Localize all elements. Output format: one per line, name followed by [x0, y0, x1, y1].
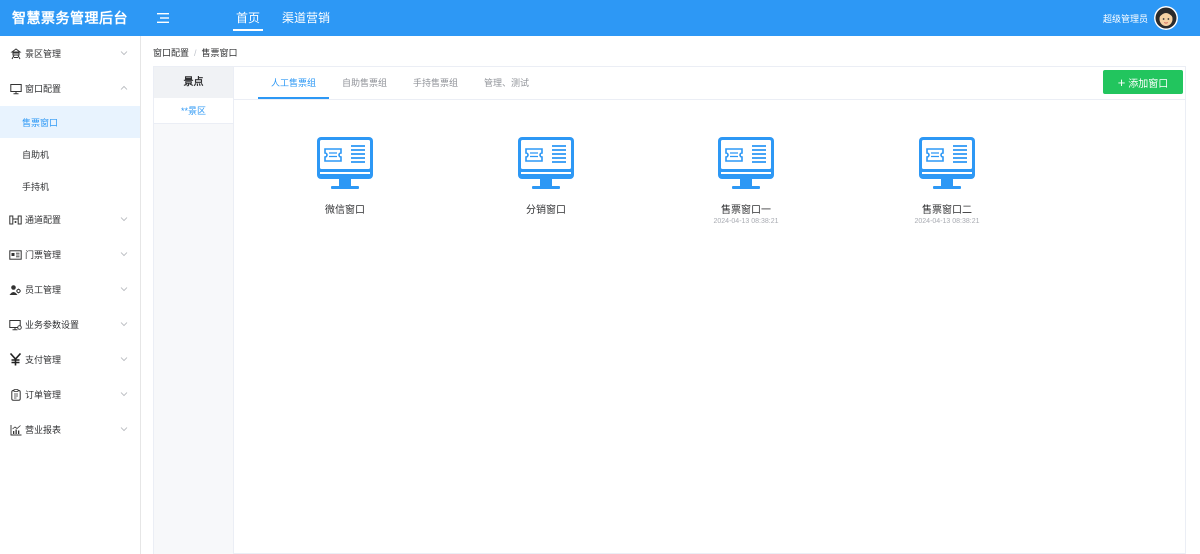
ticket-monitor-icon: [317, 137, 373, 189]
settings-monitor-icon: [9, 318, 22, 331]
chevron-down-icon: [120, 287, 128, 292]
sidebar-item-staff-mgmt[interactable]: 员工管理: [0, 272, 140, 307]
chevron-down-icon: [120, 51, 128, 56]
sidebar-item-business-report[interactable]: 营业报表: [0, 412, 140, 447]
sidebar-item-label: 支付管理: [25, 355, 62, 365]
avatar[interactable]: [1154, 6, 1178, 30]
sidebar-item-ticket-window[interactable]: 售票窗口: [0, 106, 140, 138]
add-window-label: 添加窗口: [1128, 78, 1169, 90]
sidebar-item-payment-mgmt[interactable]: 支付管理: [0, 342, 140, 377]
scenic-icon: [9, 47, 22, 60]
sidebar-item-label: 窗口配置: [25, 84, 62, 94]
sidebar-item-label: 订单管理: [25, 390, 62, 400]
chevron-down-icon: [120, 322, 128, 327]
plus-icon: +: [1117, 74, 1126, 90]
gate-icon: [9, 213, 22, 226]
sidebar-item-gate-config[interactable]: 通道配置: [0, 202, 140, 237]
breadcrumb: 窗口配置 / 售票窗口: [153, 46, 238, 59]
window-name: 售票窗口一: [721, 205, 771, 216]
top-nav-channel-marketing[interactable]: 渠道营销: [282, 0, 330, 36]
sidebar-item-order-mgmt[interactable]: 订单管理: [0, 377, 140, 412]
sidebar-item-label: 通道配置: [25, 215, 62, 225]
breadcrumb-item: 售票窗口: [201, 48, 238, 58]
ticket-monitor-icon: [718, 137, 774, 189]
chevron-down-icon: [120, 392, 128, 397]
sidebar: 景区管理 窗口配置 售票窗口 自助机 手持机 通道配置 门票管理 员工管理 业务…: [0, 36, 141, 554]
sidebar-item-business-params[interactable]: 业务参数设置: [0, 307, 140, 342]
sidebar-item-ticket-mgmt[interactable]: 门票管理: [0, 237, 140, 272]
window-name: 分销窗口: [526, 205, 566, 216]
window-card[interactable]: 售票窗口二 2024-04-13 08:38:21: [887, 135, 1007, 225]
ticket-monitor-icon: [919, 137, 975, 189]
monitor-icon: [9, 82, 22, 95]
yen-icon: [9, 353, 22, 366]
window-card[interactable]: 售票窗口一 2024-04-13 08:38:21: [686, 135, 806, 225]
menu-toggle-icon[interactable]: [148, 0, 178, 36]
sidebar-item-window-config[interactable]: 窗口配置: [0, 71, 140, 106]
staff-icon: [9, 283, 22, 296]
window-group-tabs: 人工售票组 自助售票组 手持售票组 管理、测试: [258, 67, 542, 99]
sidebar-item-handheld[interactable]: 手持机: [0, 170, 140, 202]
window-card[interactable]: 分销窗口: [486, 135, 606, 218]
scenic-list-item[interactable]: **景区: [154, 98, 233, 124]
ticket-icon: [9, 248, 22, 261]
report-icon: [9, 423, 22, 436]
order-icon: [9, 388, 22, 401]
sidebar-item-scenic[interactable]: 景区管理: [0, 36, 140, 71]
tab-self-service-group[interactable]: 自助售票组: [329, 67, 400, 99]
sidebar-item-label: 营业报表: [25, 425, 62, 435]
window-time: 2024-04-13 08:38:21: [914, 218, 980, 225]
ticket-monitor-icon: [518, 137, 574, 189]
breadcrumb-separator: /: [194, 47, 197, 58]
sidebar-item-label: 景区管理: [25, 49, 62, 59]
user-menu[interactable]: 超级管理员: [1103, 0, 1178, 36]
window-name: 微信窗口: [325, 205, 365, 216]
breadcrumb-item[interactable]: 窗口配置: [153, 46, 189, 59]
content-panel: 景点 **景区 人工售票组 自助售票组 手持售票组 管理、测试 + 添加窗口 微…: [153, 66, 1186, 554]
sidebar-item-label: 门票管理: [25, 250, 62, 260]
app-title: 智慧票务管理后台: [12, 10, 128, 26]
chevron-down-icon: [120, 217, 128, 222]
tab-handheld-group[interactable]: 手持售票组: [400, 67, 471, 99]
sidebar-item-self-service[interactable]: 自助机: [0, 138, 140, 170]
tabs-divider: [234, 99, 1185, 100]
window-time: 2024-04-13 08:38:21: [713, 218, 779, 225]
scenic-list: 景点 **景区: [154, 67, 234, 554]
chevron-down-icon: [120, 427, 128, 432]
chevron-up-icon: [120, 85, 128, 90]
add-window-button[interactable]: + 添加窗口: [1103, 70, 1183, 94]
scenic-list-header: 景点: [154, 67, 233, 98]
top-nav: 首页 渠道营销: [232, 0, 352, 36]
chevron-down-icon: [120, 252, 128, 257]
chevron-down-icon: [120, 357, 128, 362]
sidebar-item-label: 业务参数设置: [25, 320, 80, 330]
window-card[interactable]: 微信窗口: [285, 135, 405, 218]
sidebar-item-label: 员工管理: [25, 285, 62, 295]
tab-manual-ticket-group[interactable]: 人工售票组: [258, 67, 330, 99]
window-name: 售票窗口二: [922, 205, 972, 216]
tab-management-test[interactable]: 管理、测试: [471, 67, 542, 99]
top-bar: 智慧票务管理后台 首页 渠道营销 超级管理员: [0, 0, 1200, 36]
user-name: 超级管理员: [1102, 13, 1148, 24]
top-nav-home[interactable]: 首页: [232, 0, 264, 36]
